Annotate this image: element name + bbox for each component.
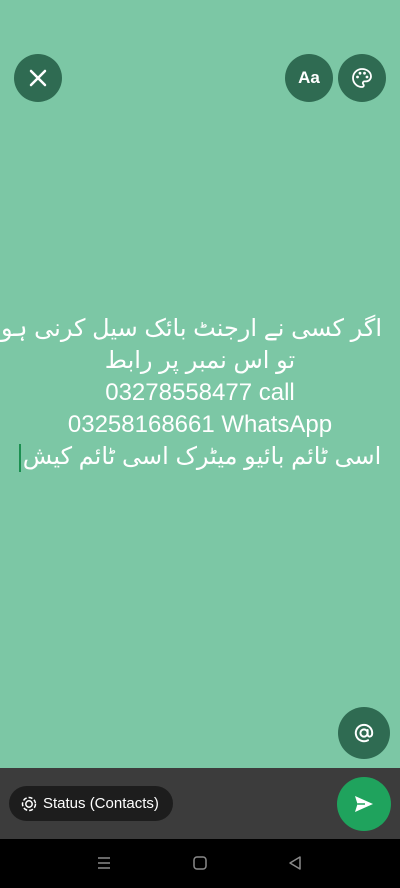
close-icon bbox=[29, 69, 47, 87]
recents-button[interactable] bbox=[92, 851, 116, 875]
status-text-input[interactable]: اگر کسی نے ارجنٹ بائک سیل کرنی ہو تو اس … bbox=[0, 313, 400, 473]
mention-button[interactable] bbox=[338, 707, 390, 759]
back-button[interactable] bbox=[283, 851, 307, 875]
status-text-line-2: تو اس نمبر پر رابط bbox=[104, 347, 296, 374]
status-text-line-5: اسی ٹائم بائیو میٹرک اسی ٹائم کیش bbox=[22, 443, 382, 470]
home-button[interactable] bbox=[188, 851, 212, 875]
font-style-label: Aa bbox=[298, 68, 320, 87]
back-icon bbox=[289, 856, 301, 870]
close-button[interactable] bbox=[14, 54, 62, 102]
recents-icon bbox=[98, 857, 110, 869]
palette-icon bbox=[352, 68, 372, 88]
send-button[interactable] bbox=[337, 777, 391, 831]
background-color-button[interactable] bbox=[338, 54, 386, 102]
text-cursor bbox=[18, 443, 21, 472]
status-audience-label: Status (Contacts) bbox=[43, 795, 159, 812]
home-icon bbox=[193, 856, 207, 870]
system-navigation-bar bbox=[0, 839, 400, 888]
font-style-button[interactable]: Aa bbox=[285, 54, 333, 102]
status-text-line-5-wrap: اسی ٹائم بائیو میٹرک اسی ٹائم کیش bbox=[18, 441, 382, 473]
status-icon bbox=[21, 796, 37, 812]
status-text-line-1: اگر کسی نے ارجنٹ بائک سیل کرنی ہو bbox=[1, 315, 382, 342]
at-icon bbox=[354, 723, 374, 743]
status-audience-button[interactable]: Status (Contacts) bbox=[9, 786, 173, 821]
status-text-line-3: 03278558477 call bbox=[105, 379, 295, 406]
status-text-line-4: 03258168661 WhatsApp bbox=[67, 411, 333, 438]
send-icon bbox=[355, 796, 373, 812]
